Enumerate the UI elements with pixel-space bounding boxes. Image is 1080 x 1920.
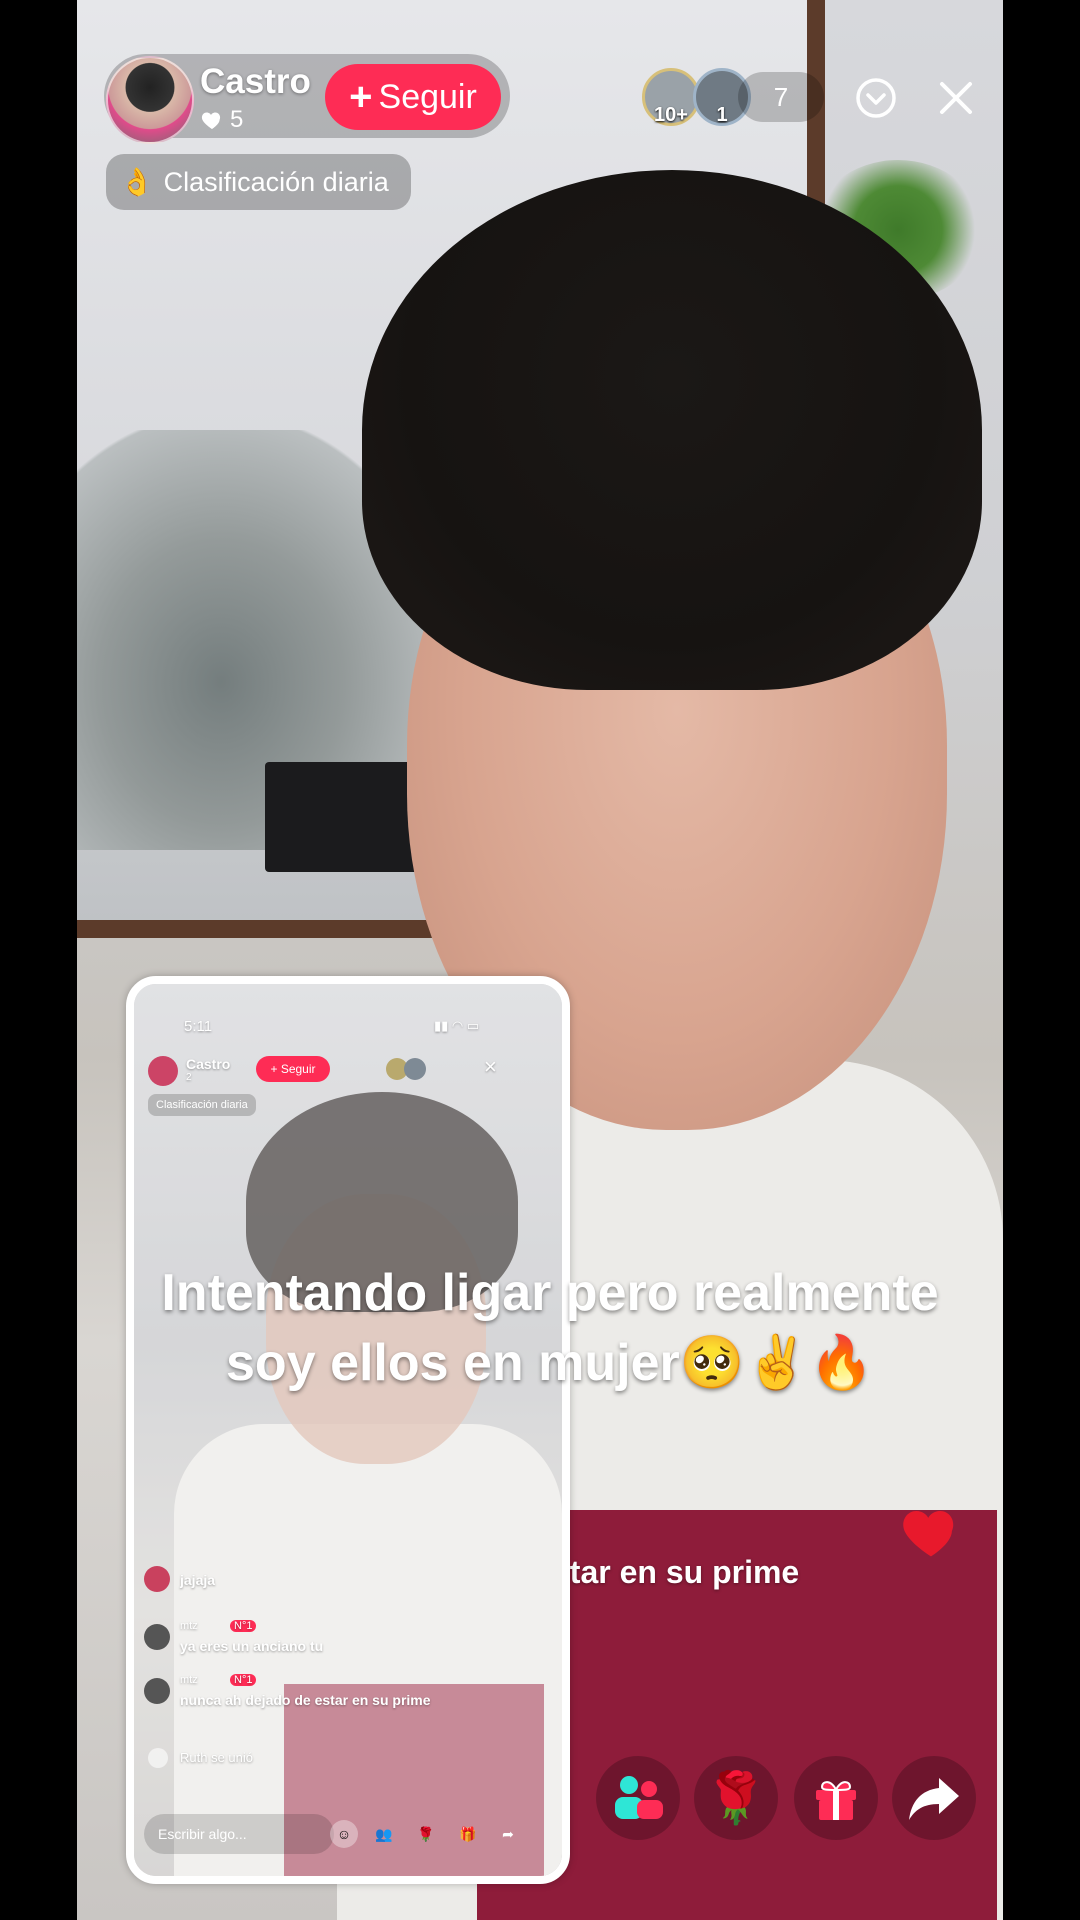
inset-comment-avatar [144, 1566, 170, 1592]
inset-share-icon: ➦ [502, 1825, 514, 1842]
host-likes-count: 5 [230, 106, 244, 133]
inset-daily-ranking: Clasificación diaria [148, 1094, 256, 1116]
inset-screen-recording: 5:11 ▮▮ ◠ ▭ Castro 2 + Seguir × Clasific… [126, 976, 570, 1884]
inset-join-notice: Ruth se unió [180, 1750, 253, 1765]
inset-close-icon: × [484, 1054, 497, 1079]
inset-comment-avatar [144, 1678, 170, 1704]
inset-status-time: 5:11 [184, 1018, 213, 1035]
follow-label: Seguir [378, 77, 477, 116]
inset-join-icon [148, 1748, 168, 1768]
daily-ranking-badge[interactable]: 👌 Clasificación diaria [106, 154, 411, 210]
host-avatar[interactable] [106, 56, 194, 144]
top-viewer-avatar[interactable]: 10+ [642, 68, 700, 126]
host-likes: 5 [200, 106, 243, 134]
streamer-hair [362, 170, 982, 690]
host-name[interactable]: Castro [200, 62, 311, 102]
viewer-count[interactable]: 7 [738, 72, 824, 122]
inset-viewer-avatar [404, 1058, 426, 1080]
gift-button[interactable] [794, 1756, 878, 1840]
inset-rose-icon: 🌹 [417, 1825, 435, 1842]
multi-guest-button[interactable] [596, 1756, 680, 1840]
caption-line-1: Intentando ligar pero realmente [161, 1264, 939, 1322]
close-icon [940, 82, 972, 114]
follow-button[interactable]: + Seguir [325, 64, 501, 130]
rose-gift-icon: 🌹 [704, 1769, 768, 1826]
inset-multi-guest-icon: 👥 [375, 1825, 393, 1842]
daily-ranking-label: Clasificación diaria [163, 166, 389, 197]
share-icon [909, 1778, 959, 1820]
floating-heart-icon [898, 1504, 964, 1567]
inset-comment-text: jajaja [180, 1572, 216, 1588]
inset-comment-user: mtz [180, 1620, 198, 1632]
plus-icon: + [349, 75, 373, 119]
inset-gift-icon: 🎁 [459, 1825, 477, 1842]
multi-guest-icon [615, 1776, 663, 1819]
caption-line-2: soy ellos en mujer🥺✌️🔥 [226, 1334, 874, 1392]
viewer-rank-badge: 10+ [654, 104, 688, 126]
heart-icon [201, 112, 221, 129]
share-button[interactable] [892, 1756, 976, 1840]
inset-follow-button: + Seguir [256, 1056, 330, 1082]
minimize-button[interactable] [852, 74, 900, 122]
inset-status-icons: ▮▮ ◠ ▭ [434, 1018, 480, 1033]
chat-comment-text: star en su prime [552, 1554, 800, 1590]
inset-host-avatar [148, 1056, 178, 1086]
inset-comment-text: ya eres un anciano tu [180, 1638, 324, 1654]
fire-hand-icon: 👌 [120, 167, 154, 197]
inset-comment-input: Escribir algo... [144, 1814, 334, 1854]
inset-comment-text: nunca ah dejado de estar en su prime [180, 1692, 431, 1708]
inset-host-name: Castro [186, 1056, 231, 1072]
inset-rank-badge: N°1 [230, 1674, 257, 1686]
rose-gift-button[interactable]: 🌹 [694, 1756, 778, 1840]
inset-comment-avatar [144, 1624, 170, 1650]
inset-comment-user: mtz [180, 1674, 198, 1686]
gift-box-icon [816, 1781, 856, 1820]
inset-host-likes: 2 [186, 1072, 192, 1083]
close-button[interactable] [934, 76, 978, 120]
video-caption: Intentando ligar pero realmente soy ello… [90, 1258, 1010, 1398]
inset-emoji-icon: ☺ [330, 1820, 358, 1848]
chevron-down-circle-icon [856, 78, 896, 118]
inset-rank-badge: N°1 [230, 1620, 257, 1632]
